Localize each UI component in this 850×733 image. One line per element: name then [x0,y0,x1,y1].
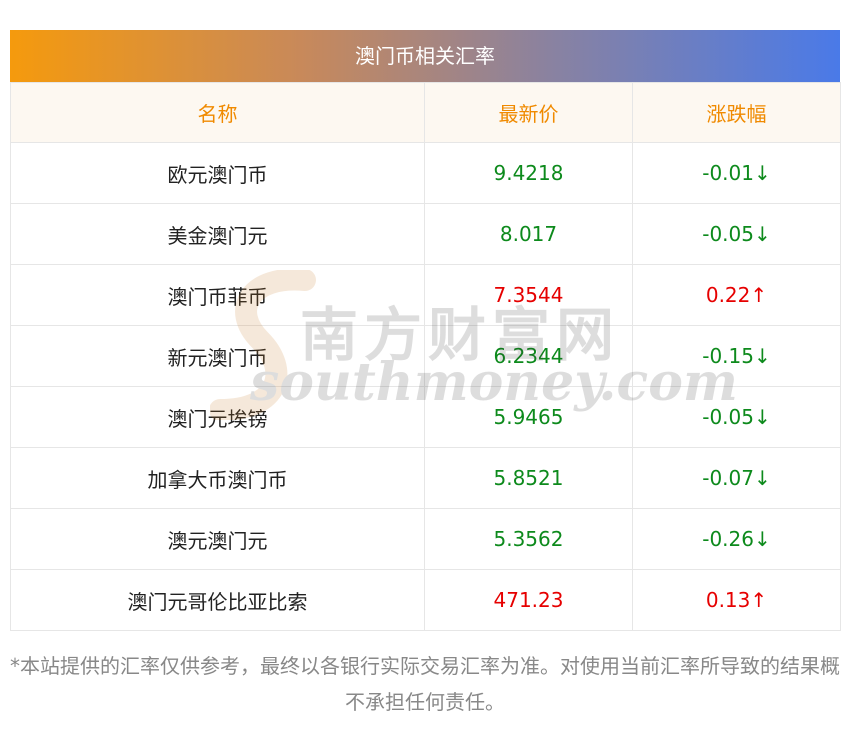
table-row: 新元澳门币 6.2344 -0.15↓ [10,325,841,387]
column-header-change: 涨跌幅 [632,82,841,143]
rate-change: -0.26↓ [632,508,841,570]
table-row: 欧元澳门币 9.4218 -0.01↓ [10,142,841,204]
exchange-rate-card: 澳门币相关汇率 名称 最新价 涨跌幅 欧元澳门币 9.4218 -0.01↓ 美… [10,30,841,631]
table-row: 澳门元哥伦比亚比索 471.23 0.13↑ [10,569,841,631]
table-title: 澳门币相关汇率 [10,30,840,82]
rate-change: -0.15↓ [632,325,841,387]
table-header-row: 名称 最新价 涨跌幅 [10,82,841,143]
rate-name: 加拿大币澳门币 [10,447,425,509]
table-row: 澳元澳门元 5.3562 -0.26↓ [10,508,841,570]
rate-price: 5.8521 [424,447,633,509]
rate-price: 5.9465 [424,386,633,448]
rate-change: 0.22↑ [632,264,841,326]
table-row: 加拿大币澳门币 5.8521 -0.07↓ [10,447,841,509]
rate-price: 471.23 [424,569,633,631]
rate-name: 美金澳门元 [10,203,425,265]
rate-price: 8.017 [424,203,633,265]
rate-name: 新元澳门币 [10,325,425,387]
rate-name: 澳门币菲币 [10,264,425,326]
table-row: 澳门元埃镑 5.9465 -0.05↓ [10,386,841,448]
column-header-price: 最新价 [424,82,633,143]
rate-price: 6.2344 [424,325,633,387]
column-header-name: 名称 [10,82,425,143]
rate-price: 7.3544 [424,264,633,326]
rate-change: -0.05↓ [632,386,841,448]
rate-name: 欧元澳门币 [10,142,425,204]
rate-name: 澳元澳门元 [10,508,425,570]
rate-name: 澳门元哥伦比亚比索 [10,569,425,631]
rate-change: -0.01↓ [632,142,841,204]
rate-price: 9.4218 [424,142,633,204]
rate-name: 澳门元埃镑 [10,386,425,448]
exchange-rate-table: 名称 最新价 涨跌幅 欧元澳门币 9.4218 -0.01↓ 美金澳门元 8.0… [10,82,841,631]
rate-price: 5.3562 [424,508,633,570]
table-row: 澳门币菲币 7.3544 0.22↑ [10,264,841,326]
disclaimer-text: *本站提供的汇率仅供参考，最终以各银行实际交易汇率为准。对使用当前汇率所导致的结… [10,654,840,714]
rate-change: 0.13↑ [632,569,841,631]
rate-change: -0.05↓ [632,203,841,265]
table-row: 美金澳门元 8.017 -0.05↓ [10,203,841,265]
rate-change: -0.07↓ [632,447,841,509]
